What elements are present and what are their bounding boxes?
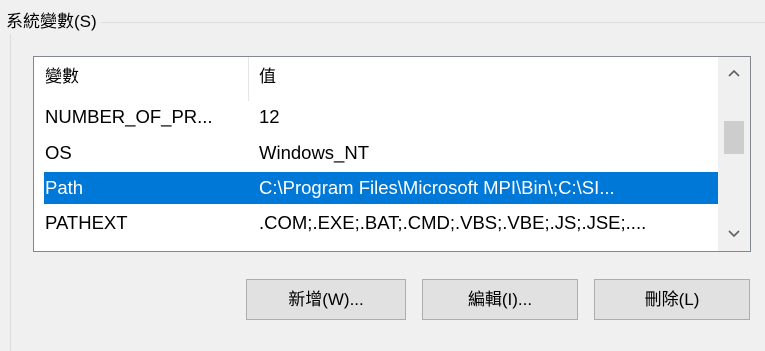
variable-value-cell: 12 (259, 106, 280, 127)
list-header: 變數 值 (34, 57, 718, 101)
new-button[interactable]: 新增(W)... (246, 279, 406, 320)
variable-name-cell: OS (45, 142, 72, 163)
edit-button[interactable]: 編輯(I)... (422, 279, 578, 320)
list-item[interactable]: NUMBER_OF_PR... 12 (34, 101, 718, 133)
variable-value-cell: Windows_NT (259, 142, 369, 163)
scroll-down-button[interactable] (718, 217, 750, 251)
column-header-variable[interactable]: 變數 (34, 57, 249, 101)
variable-value-cell: C:\Program Files\Microsoft MPI\Bin\;C:\S… (259, 177, 615, 198)
system-variables-panel: 系統變數(S) 變數 值 NUMBER_OF_PR... 12 OS Windo… (0, 0, 765, 351)
variable-name-cell: NUMBER_OF_PR... (45, 106, 213, 127)
chevron-down-icon (718, 217, 750, 251)
list-item[interactable]: PATHEXT .COM;.EXE;.BAT;.CMD;.VBS;.VBE;.J… (34, 207, 718, 239)
scroll-up-button[interactable] (718, 57, 750, 91)
chevron-up-icon (718, 57, 750, 91)
variable-name-cell: Path (45, 177, 84, 198)
scroll-thumb[interactable] (724, 121, 744, 154)
list-item[interactable]: OS Windows_NT (34, 137, 718, 169)
column-header-value[interactable]: 值 (249, 57, 718, 101)
vertical-scrollbar[interactable] (718, 57, 750, 251)
variable-value-cell: .COM;.EXE;.BAT;.CMD;.VBS;.VBE;.JS;.JSE;.… (259, 212, 647, 233)
delete-button[interactable]: 刪除(L) (594, 279, 750, 320)
variable-name-cell: PATHEXT (45, 212, 128, 233)
list-item-selected[interactable]: Path C:\Program Files\Microsoft MPI\Bin\… (44, 172, 718, 204)
system-variables-list[interactable]: 變數 值 NUMBER_OF_PR... 12 OS Windows_NT Pa… (33, 56, 751, 252)
groupbox-title: 系統變數(S) (6, 10, 101, 34)
